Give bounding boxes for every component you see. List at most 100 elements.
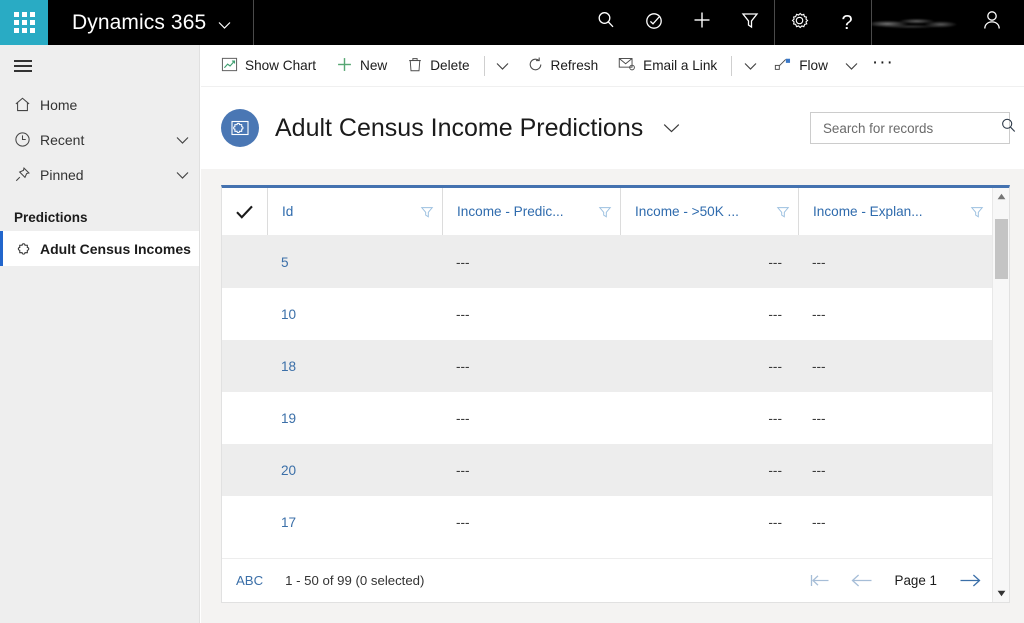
sidebar-item-label: Home	[40, 97, 199, 113]
table-row[interactable]: 10 --- --- ---	[222, 288, 1009, 340]
table-row[interactable]: 19 --- --- ---	[222, 392, 1009, 444]
sidebar-item-label: Recent	[40, 132, 165, 148]
email-dropdown-button[interactable]	[736, 45, 764, 87]
filter-icon[interactable]	[970, 205, 984, 219]
record-link[interactable]: 17	[281, 515, 296, 530]
table-row[interactable]: 5 --- --- ---	[222, 236, 1009, 288]
refresh-button[interactable]: Refresh	[517, 45, 609, 87]
scroll-up-button[interactable]	[993, 188, 1010, 205]
brand-label: Dynamics 365	[72, 11, 206, 35]
topbar-action-icons	[582, 0, 774, 45]
view-selector-button[interactable]	[657, 117, 686, 139]
cell-gt50k: ---	[620, 411, 798, 426]
column-label: Income - >50K ...	[635, 204, 739, 219]
quick-create-button[interactable]	[678, 0, 726, 45]
user-name-redacted	[872, 14, 958, 32]
brand-dynamics-365[interactable]: Dynamics 365	[48, 0, 253, 45]
topbar-divider-1	[253, 0, 254, 45]
column-header-income-predicted[interactable]: Income - Predic...	[442, 188, 620, 235]
show-chart-button[interactable]: Show Chart	[211, 45, 326, 87]
topbar-system-icons: ?	[775, 0, 871, 45]
chevron-down-icon[interactable]	[165, 136, 199, 144]
search-button[interactable]	[582, 0, 630, 45]
new-button[interactable]: New	[326, 45, 397, 87]
cell-id: 20	[267, 463, 442, 478]
cell-predicted: ---	[442, 255, 620, 270]
sidebar-item-pinned[interactable]: Pinned	[0, 157, 199, 192]
previous-page-button[interactable]	[841, 565, 883, 597]
scrollbar-track[interactable]	[993, 205, 1010, 585]
home-icon	[14, 96, 40, 113]
search-input[interactable]	[823, 121, 1000, 136]
select-all-checkbox[interactable]	[222, 188, 267, 235]
next-page-button[interactable]	[949, 565, 991, 597]
avatar[interactable]	[968, 0, 1016, 45]
table-row[interactable]: 17 --- --- ---	[222, 496, 1009, 548]
cell-explanation: ---	[798, 255, 1009, 270]
help-button[interactable]: ?	[823, 0, 871, 45]
settings-button[interactable]	[775, 0, 823, 45]
app-launcher-button[interactable]	[0, 0, 48, 45]
assistant-button[interactable]	[630, 0, 678, 45]
pin-icon	[14, 166, 40, 183]
first-page-button[interactable]	[799, 565, 841, 597]
column-header-income-gt50k[interactable]: Income - >50K ...	[620, 188, 798, 235]
column-header-id[interactable]: Id	[267, 188, 442, 235]
column-label: Income - Predic...	[457, 204, 564, 219]
arrow-right-icon	[958, 573, 982, 588]
email-a-link-button[interactable]: Email a Link	[608, 45, 727, 87]
alpha-index-button[interactable]: ABC	[236, 573, 263, 588]
delete-dropdown-button[interactable]	[489, 45, 517, 87]
search-icon[interactable]	[1000, 117, 1017, 139]
cell-gt50k: ---	[620, 515, 798, 530]
command-separator	[731, 56, 732, 76]
checkmark-icon	[235, 204, 254, 220]
page-number-label: Page 1	[883, 573, 949, 588]
table-row[interactable]: 20 --- --- ---	[222, 444, 1009, 496]
grid-area: Id Income - Predic... Income - >50K ... …	[201, 169, 1024, 623]
command-label: Refresh	[551, 58, 599, 73]
plus-icon	[692, 10, 712, 35]
sidebar-item-home[interactable]: Home	[0, 87, 199, 122]
flow-button[interactable]: Flow	[764, 45, 838, 87]
sidebar-item-adult-census-incomes[interactable]: Adult Census Incomes	[0, 231, 199, 266]
command-separator	[484, 56, 485, 76]
flow-dropdown-button[interactable]	[838, 45, 866, 87]
record-link[interactable]: 19	[281, 411, 296, 426]
more-commands-button[interactable]: ···	[866, 45, 900, 87]
puzzle-icon	[14, 240, 40, 258]
chevron-down-icon	[496, 62, 509, 70]
caret-up-icon	[997, 193, 1006, 200]
filter-icon[interactable]	[420, 205, 434, 219]
filter-icon[interactable]	[776, 205, 790, 219]
sidebar-item-recent[interactable]: Recent	[0, 122, 199, 157]
cell-predicted: ---	[442, 463, 620, 478]
record-link[interactable]: 10	[281, 307, 296, 322]
record-link[interactable]: 18	[281, 359, 296, 374]
chevron-down-icon	[663, 123, 680, 133]
cell-id: 17	[267, 515, 442, 530]
filter-icon[interactable]	[598, 205, 612, 219]
grid-vertical-scrollbar[interactable]	[992, 188, 1009, 602]
command-bar: Show Chart New Delete Refresh Email a Li…	[201, 45, 1024, 87]
command-label: Show Chart	[245, 58, 316, 73]
column-header-income-explanation[interactable]: Income - Explan...	[798, 188, 1009, 235]
caret-down-icon	[997, 590, 1006, 597]
cell-gt50k: ---	[620, 307, 798, 322]
scroll-down-button[interactable]	[993, 585, 1010, 602]
site-map-toggle-button[interactable]	[0, 45, 199, 87]
page-header: Adult Census Income Predictions	[201, 87, 1024, 169]
delete-button[interactable]: Delete	[397, 45, 479, 87]
assistant-icon	[644, 10, 665, 36]
table-row[interactable]: 18 --- --- ---	[222, 340, 1009, 392]
chevron-down-icon[interactable]	[165, 171, 199, 179]
grid-body: 5 --- --- --- 10 --- --- --- 18	[222, 236, 1009, 558]
puzzle-badge-icon	[221, 109, 259, 147]
filter-button[interactable]	[726, 0, 774, 45]
record-link[interactable]: 5	[281, 255, 289, 270]
scrollbar-thumb[interactable]	[995, 219, 1008, 279]
search-records-box[interactable]	[810, 112, 1010, 144]
record-link[interactable]: 20	[281, 463, 296, 478]
arrow-left-icon	[850, 573, 874, 588]
user-area[interactable]	[872, 0, 1024, 45]
